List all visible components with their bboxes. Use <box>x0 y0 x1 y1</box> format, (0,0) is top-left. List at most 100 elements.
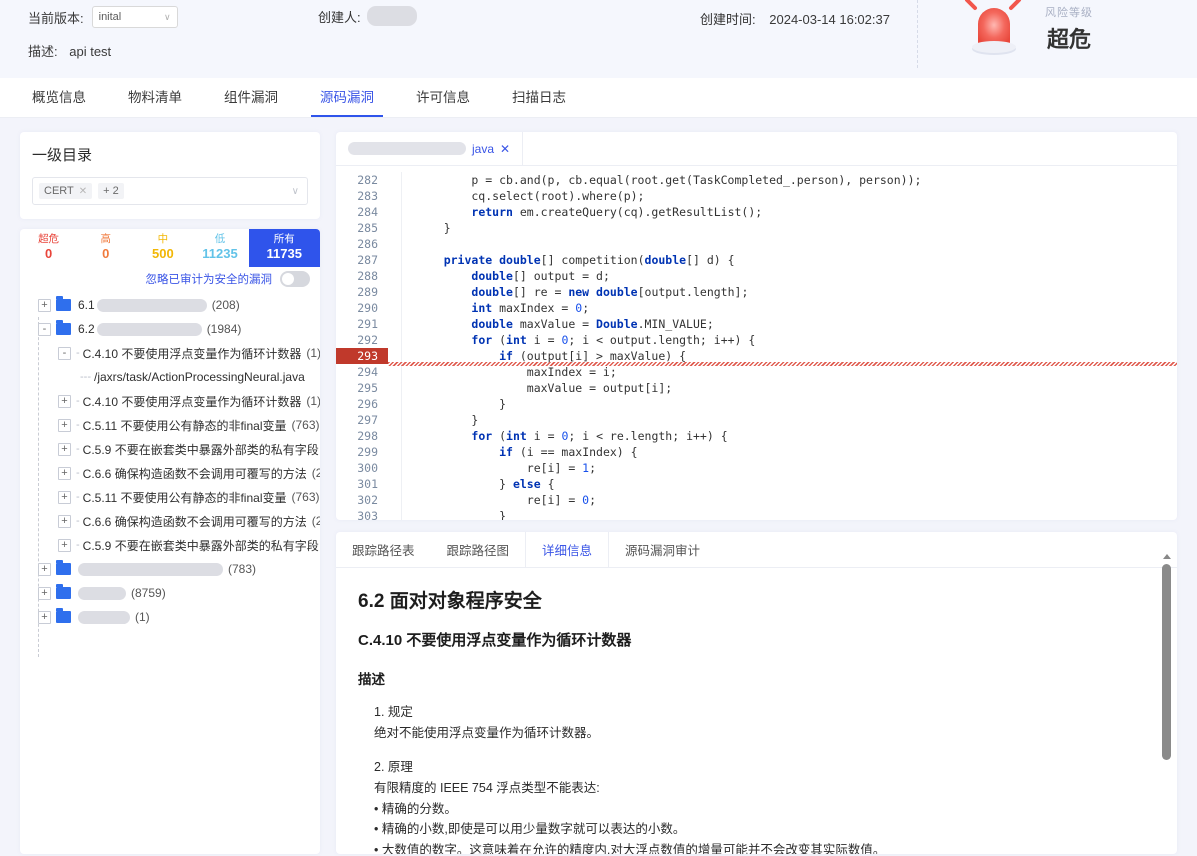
code-gutter <box>388 380 402 396</box>
line-number: 303 <box>357 509 378 520</box>
tree-node-count: (783) <box>228 562 257 576</box>
expand-icon[interactable]: + <box>58 490 71 504</box>
collapse-icon[interactable]: - <box>58 346 71 360</box>
code-line: 292 for (int i = 0; i < output.length; i… <box>336 332 1177 348</box>
detail-scrollbar[interactable] <box>1162 554 1171 846</box>
code-line: 303 } <box>336 508 1177 520</box>
code-text: if (i == maxIndex) { <box>499 445 638 459</box>
tab-trace-path-graph[interactable]: 跟踪路径图 <box>431 532 527 567</box>
tag-more[interactable]: + 2 <box>98 183 124 199</box>
scroll-up-arrow-icon[interactable] <box>1162 554 1171 559</box>
tab-detail-info[interactable]: 详细信息 <box>526 532 610 567</box>
tree-node-folder[interactable]: + (1) <box>28 605 314 629</box>
tab-trace-path-table[interactable]: 跟踪路径表 <box>336 532 431 567</box>
tree-node-rule[interactable]: + - C.5.11 不要使用公有静态的非final变量 (763) <box>28 413 320 437</box>
detail-heading-2: C.4.10 不要使用浮点变量作为循环计数器 <box>358 632 632 649</box>
tree-node-rule[interactable]: + - C.6.6 确保构造函数不会调用可覆写的方法 (2... <box>28 509 320 533</box>
code-line: 283 cq.select(root).where(p); <box>336 188 1177 204</box>
line-number: 282 <box>357 173 378 187</box>
tree-node-rule[interactable]: + - C.6.6 确保构造函数不会调用可覆写的方法 (2... <box>28 461 320 485</box>
expand-icon[interactable]: + <box>58 538 71 552</box>
code-line: 302 re[i] = 0; <box>336 492 1177 508</box>
code-text: p = cb.and(p, cb.equal(root.get(TaskComp… <box>416 173 922 187</box>
tree-dash: - <box>76 395 80 407</box>
tab-overview[interactable]: 概览信息 <box>30 86 88 117</box>
expand-icon[interactable]: + <box>58 514 71 528</box>
tab-bom[interactable]: 物料清单 <box>126 86 184 117</box>
tab-license[interactable]: 许可信息 <box>414 86 472 117</box>
code-gutter <box>388 364 402 380</box>
tab-scan-log[interactable]: 扫描日志 <box>510 86 568 117</box>
tree-node-rule[interactable]: + - C.5.9 不要在嵌套类中暴露外部类的私有字段 (... <box>28 533 319 557</box>
code-text: re[i] = 1; <box>416 461 597 475</box>
expand-icon[interactable]: + <box>38 586 51 600</box>
tree-node-folder[interactable]: + (783) <box>28 557 314 581</box>
tree-node-rule[interactable]: + - C.4.10 不要使用浮点变量作为循环计数器 (1) <box>28 389 320 413</box>
tree-dash: - <box>76 347 80 359</box>
tree-node-folder[interactable]: - 6.2 (1984) <box>28 317 314 341</box>
line-number: 286 <box>357 237 378 251</box>
close-icon[interactable]: ✕ <box>500 142 510 156</box>
tab-source-vuln[interactable]: 源码漏洞 <box>311 86 383 117</box>
expand-icon[interactable]: + <box>38 562 51 576</box>
tab-component-vuln[interactable]: 组件漏洞 <box>222 86 280 117</box>
expand-icon[interactable]: + <box>38 298 51 312</box>
code-line: 288 double[] output = d; <box>336 268 1177 284</box>
tree-dash: - <box>76 467 80 479</box>
tree-node-folder[interactable]: + (8759) <box>28 581 314 605</box>
tab-source-vuln-audit[interactable]: 源码漏洞审计 <box>609 532 716 567</box>
severity-high[interactable]: 高 0 <box>77 229 134 267</box>
description-value: api test <box>69 44 112 59</box>
close-icon[interactable]: ✕ <box>79 186 87 197</box>
tree-node-count: (208) <box>211 298 240 312</box>
line-number: 300 <box>357 461 378 475</box>
line-number: 283 <box>357 189 378 203</box>
severity-critical[interactable]: 超危 0 <box>20 229 77 267</box>
line-number-error: 293 <box>336 348 388 364</box>
scrollbar-thumb[interactable] <box>1162 564 1171 760</box>
code-gutter <box>388 460 402 476</box>
severity-all[interactable]: 所有 11735 <box>248 229 320 267</box>
expand-icon[interactable]: + <box>38 610 51 624</box>
code-line: 286 <box>336 236 1177 252</box>
tag-cert[interactable]: CERT ✕ <box>39 183 93 199</box>
tree-node-rule[interactable]: + - C.5.9 不要在嵌套类中暴露外部类的私有字段 (... <box>28 437 319 461</box>
folder-icon <box>56 584 71 599</box>
tree-node-count: (2... <box>311 466 320 480</box>
expand-icon[interactable]: + <box>58 442 71 456</box>
creator-label: 创建人: <box>318 9 361 25</box>
tree-dash: - <box>76 491 80 503</box>
expand-icon[interactable]: + <box>58 418 71 432</box>
chevron-down-icon[interactable]: ∨ <box>292 186 299 197</box>
expand-icon[interactable]: + <box>58 466 71 480</box>
code-line: 282 p = cb.and(p, cb.equal(root.get(Task… <box>336 172 1177 188</box>
code-line: 296 } <box>336 396 1177 412</box>
line-number: 291 <box>357 317 378 331</box>
tree-node-rule[interactable]: - - C.4.10 不要使用浮点变量作为循环计数器 (1) <box>28 341 320 365</box>
ignore-audited-row: 忽略已审计为安全的漏洞 <box>20 267 320 293</box>
version-select-value: inital <box>98 11 122 23</box>
version-select[interactable]: inital ∨ <box>91 6 178 28</box>
tree-node-file[interactable]: --- /jaxrs/task/ActionProcessingNeural.j… <box>28 365 314 389</box>
line-number: 287 <box>357 253 378 267</box>
file-tab-active[interactable]: java ✕ <box>336 132 524 165</box>
code-area[interactable]: 282 p = cb.and(p, cb.equal(root.get(Task… <box>336 166 1177 520</box>
detail-item-line: • 精确的分数。 <box>374 801 457 816</box>
expand-icon[interactable]: + <box>58 394 71 408</box>
severity-medium[interactable]: 中 500 <box>134 229 191 267</box>
code-text: for (int i = 0; i < re.length; i++) { <box>471 429 728 443</box>
tree-node-count: (1) <box>135 610 150 624</box>
tree-node-folder[interactable]: + 6.1 (208) <box>28 293 314 317</box>
directory-multiselect[interactable]: CERT ✕ + 2 ∨ <box>32 177 308 205</box>
tree-node-rule[interactable]: + - C.5.11 不要使用公有静态的非final变量 (763) <box>28 485 320 509</box>
tag-more-label: + 2 <box>103 185 119 197</box>
line-number: 288 <box>357 269 378 283</box>
ignore-audited-toggle[interactable] <box>280 271 310 287</box>
collapse-icon[interactable]: - <box>38 322 51 336</box>
folder-icon <box>56 320 71 335</box>
severity-low[interactable]: 低 11235 <box>191 229 248 267</box>
severity-high-label: 高 <box>100 233 111 246</box>
code-gutter <box>388 220 402 236</box>
page-body: 一级目录 CERT ✕ + 2 ∨ 超危 0 高 0 中 500 低 11235… <box>0 118 1197 854</box>
code-gutter <box>388 476 402 492</box>
